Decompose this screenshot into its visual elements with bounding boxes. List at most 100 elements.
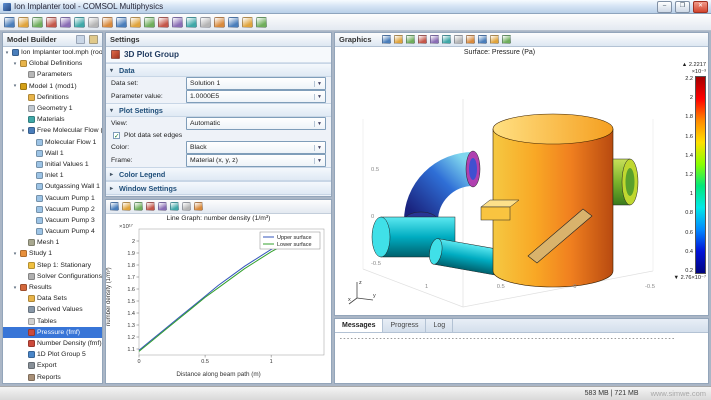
tree-item[interactable]: Tables: [3, 316, 102, 327]
window-layout-icon[interactable]: [242, 17, 253, 28]
dataset-select[interactable]: Solution 1 ▼: [186, 77, 326, 90]
tree-item[interactable]: Mesh 1: [3, 237, 102, 248]
tree-item[interactable]: Vacuum Pump 3: [3, 215, 102, 226]
frame-select[interactable]: Material (x, y, z) ▼: [186, 154, 326, 167]
wireframe-icon[interactable]: [454, 35, 463, 44]
parameter-select[interactable]: 1.0000E5 ▼: [186, 90, 326, 103]
tree-item[interactable]: ▾Results: [3, 282, 102, 293]
tree-item[interactable]: Materials: [3, 114, 102, 125]
section-data[interactable]: ▾ Data: [106, 63, 331, 77]
zoom-out-icon[interactable]: [394, 35, 403, 44]
plot-icon[interactable]: [214, 17, 225, 28]
tree-item[interactable]: Initial Values 1: [3, 159, 102, 170]
tree-item[interactable]: ▾Ion Implanter tool.mph (root): [3, 47, 102, 58]
tree-item[interactable]: Vacuum Pump 4: [3, 226, 102, 237]
3d-model-render[interactable]: [343, 59, 663, 311]
collapse-tree-icon[interactable]: [76, 35, 85, 44]
tree-item[interactable]: Pressure (fmf): [3, 327, 102, 338]
plot-edges-checkbox[interactable]: ✓: [113, 132, 120, 139]
close-button[interactable]: ✕: [693, 1, 708, 13]
tree-item[interactable]: Reports: [3, 371, 102, 382]
open-icon[interactable]: [18, 17, 29, 28]
tree-item[interactable]: ▾Study 1: [3, 248, 102, 259]
tree-expand-icon[interactable]: ▾: [12, 83, 18, 89]
tree-item[interactable]: Vacuum Pump 1: [3, 192, 102, 203]
scene-light-icon[interactable]: [430, 35, 439, 44]
print-plot-icon[interactable]: [478, 35, 487, 44]
add-physics-icon[interactable]: [144, 17, 155, 28]
tree-item[interactable]: Definitions: [3, 92, 102, 103]
export-plot-icon[interactable]: [182, 202, 191, 211]
line-chart[interactable]: 00.511.11.21.31.41.51.61.71.81.92Upper s…: [115, 223, 329, 371]
tree-item[interactable]: Number Density (fmf): [3, 338, 102, 349]
redo-icon[interactable]: [116, 17, 127, 28]
tree-expand-icon[interactable]: ▾: [4, 50, 10, 56]
xy-axes-icon[interactable]: [146, 202, 155, 211]
tree-item[interactable]: Step 1: Stationary: [3, 260, 102, 271]
tree-item[interactable]: Data Sets: [3, 293, 102, 304]
save-icon[interactable]: [32, 17, 43, 28]
geometry-icon[interactable]: [172, 17, 183, 28]
tree-item[interactable]: Inlet 1: [3, 170, 102, 181]
tree-item[interactable]: Outgassing Wall 1: [3, 181, 102, 192]
chevron-down-icon: ▼: [314, 145, 322, 151]
model-wizard-icon[interactable]: [130, 17, 141, 28]
zoom-in-icon[interactable]: [382, 35, 391, 44]
add-study-icon[interactable]: [158, 17, 169, 28]
maximize-button[interactable]: ❐: [675, 1, 690, 13]
zoom-out-icon[interactable]: [122, 202, 131, 211]
graphics-tab[interactable]: Graphics: [335, 33, 708, 47]
tree-expand-icon[interactable]: ▾: [20, 128, 26, 134]
mesh-icon[interactable]: [186, 17, 197, 28]
zoom-extents-icon[interactable]: [418, 35, 427, 44]
tree-expand-icon[interactable]: ▾: [12, 251, 18, 257]
paste-icon[interactable]: [88, 17, 99, 28]
zoom-extents-icon[interactable]: [228, 17, 239, 28]
plot-edges-row: ✓ Plot data set edges: [106, 130, 331, 141]
tree-item[interactable]: Wall 1: [3, 148, 102, 159]
tree-item[interactable]: Vacuum Pump 2: [3, 204, 102, 215]
print-icon[interactable]: [46, 17, 57, 28]
undo-icon[interactable]: [102, 17, 113, 28]
color-select[interactable]: Black ▼: [186, 141, 326, 154]
help-icon[interactable]: [256, 17, 267, 28]
section-plot-settings[interactable]: ▾ Plot Settings: [106, 103, 331, 117]
new-icon[interactable]: [4, 17, 15, 28]
tree-item[interactable]: ▾Global Definitions: [3, 58, 102, 69]
grid-icon[interactable]: [158, 202, 167, 211]
zoom-in-icon[interactable]: [110, 202, 119, 211]
cut-icon[interactable]: [60, 17, 71, 28]
copy-icon[interactable]: [74, 17, 85, 28]
section-color-legend[interactable]: ▸ Color Legend: [106, 167, 331, 181]
image-snapshot-icon[interactable]: [170, 202, 179, 211]
tree-item[interactable]: Molecular Flow 1: [3, 137, 102, 148]
pan-icon[interactable]: [502, 35, 511, 44]
view-select[interactable]: Automatic ▼: [186, 117, 326, 130]
view-label: View:: [111, 120, 183, 127]
transparency-icon[interactable]: [442, 35, 451, 44]
tree-item[interactable]: Parameters: [3, 69, 102, 80]
tree-expand-icon[interactable]: ▾: [12, 61, 18, 67]
section-window-settings[interactable]: ▸ Window Settings: [106, 181, 331, 195]
image-snapshot-icon[interactable]: [466, 35, 475, 44]
dock-icon[interactable]: [194, 202, 203, 211]
rotate-icon[interactable]: [490, 35, 499, 44]
go-to-default-view-icon[interactable]: [406, 35, 415, 44]
zoom-extents-icon[interactable]: [134, 202, 143, 211]
settings-tab[interactable]: Settings: [106, 33, 331, 47]
tree-item[interactable]: Derived Values: [3, 304, 102, 315]
tree-expand-icon[interactable]: ▾: [12, 285, 18, 291]
tree-item[interactable]: 1D Plot Group 5: [3, 349, 102, 360]
tree-item[interactable]: Export: [3, 360, 102, 371]
tree-item[interactable]: Geometry 1: [3, 103, 102, 114]
compute-icon[interactable]: [200, 17, 211, 28]
tree-options-icon[interactable]: [89, 35, 98, 44]
graphics-canvas[interactable]: Surface: Pressure (Pa): [335, 47, 708, 314]
tab-log[interactable]: Log: [426, 319, 453, 332]
minimize-button[interactable]: –: [657, 1, 672, 13]
tree-item[interactable]: Solver Configurations: [3, 271, 102, 282]
tab-messages[interactable]: Messages: [335, 319, 383, 332]
tab-progress[interactable]: Progress: [383, 319, 426, 332]
tree-item[interactable]: ▾Free Molecular Flow (fmf): [3, 125, 102, 136]
tree-item[interactable]: ▾Model 1 (mod1): [3, 81, 102, 92]
